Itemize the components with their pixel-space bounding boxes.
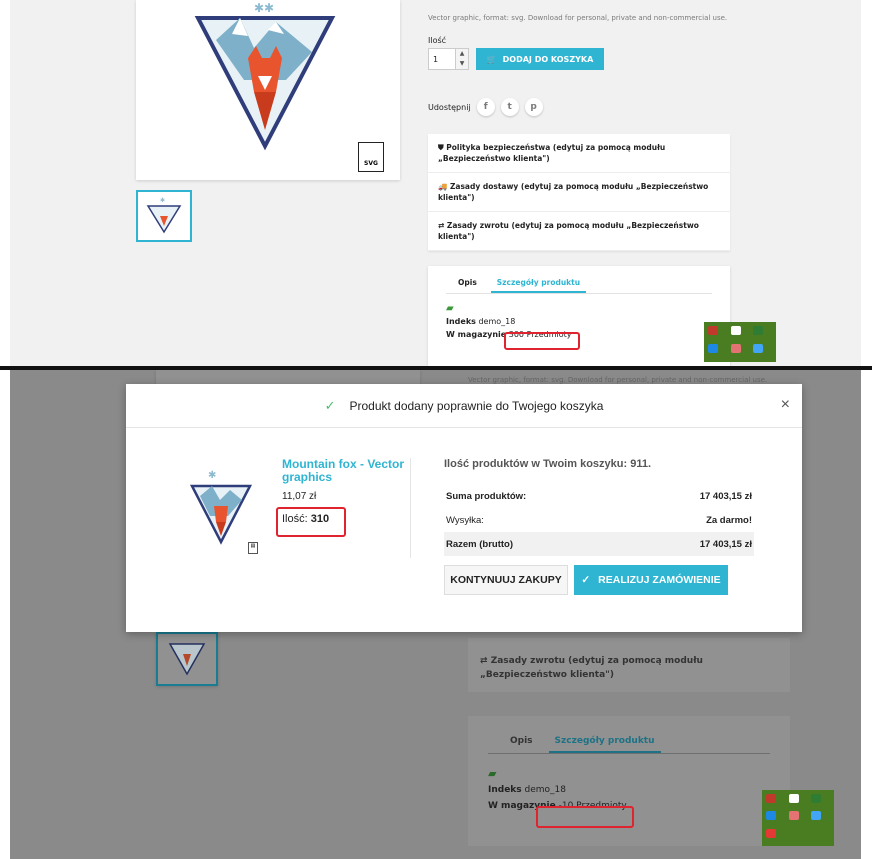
- modal-divider: [410, 458, 411, 558]
- background-thumbnail: [156, 632, 218, 686]
- product-thumbnail[interactable]: ✱: [136, 190, 192, 242]
- background-return-text: Zasady zwrotu (edytuj za pomocą modułu „…: [480, 656, 703, 680]
- tab-product-details-dimmed[interactable]: Szczegóły produktu: [548, 736, 661, 753]
- stock-label: W magazynie: [446, 330, 507, 339]
- quantity-stepper[interactable]: ▲ ▼: [455, 48, 469, 70]
- svg-file-icon: ▤: [248, 542, 258, 554]
- modal-product-price: 11,07 zł: [282, 491, 317, 502]
- modal-title: Produkt dodany poprawnie do Twojego kosz…: [349, 398, 604, 413]
- share-section: Udostępnij f t p: [428, 98, 543, 116]
- security-policy-text: Polityka bezpieczeństwa (edytuj za pomoc…: [438, 143, 666, 163]
- return-policy-text: Zasady zwrotu (edytuj za pomocą modułu „…: [438, 221, 699, 241]
- cart-count: Ilość produktów w Twoim koszyku: 911.: [444, 458, 652, 470]
- reference-label: Indeks: [488, 785, 522, 795]
- stock-highlight: [504, 332, 580, 350]
- shipping-value: Za darmo!: [706, 514, 752, 526]
- svg-text:✱✱: ✱✱: [254, 1, 274, 15]
- product-description: Vector graphic, format: svg. Download fo…: [428, 14, 728, 22]
- product-page-before: ✱✱ SVG ✱ Vector graphic, format: svg. Do…: [10, 0, 861, 366]
- delivery-policy-text: Zasady dostawy (edytuj za pomocą modułu …: [438, 182, 709, 202]
- cart-confirmation-modal: ✓ Produkt dodany poprawnie do Twojego ko…: [126, 384, 802, 632]
- screenshot-canvas: ✱✱ SVG ✱ Vector graphic, format: svg. Do…: [0, 0, 872, 859]
- checkout-button[interactable]: ✓ REALIZUJ ZAMÓWIENIE: [574, 565, 728, 595]
- background-return-policy: ⇄ Zasady zwrotu (edytuj za pomocą modułu…: [468, 638, 790, 692]
- checkout-label: REALIZUJ ZAMÓWIENIE: [598, 574, 721, 586]
- chevron-down-icon[interactable]: ▼: [460, 60, 465, 67]
- shield-icon: ⛊: [438, 143, 447, 152]
- background-description: Vector graphic, format: svg. Download fo…: [468, 376, 768, 384]
- pinterest-icon[interactable]: p: [524, 98, 543, 116]
- twitter-icon[interactable]: t: [500, 98, 519, 116]
- fox-thumb-icon: ✱: [146, 197, 182, 234]
- checkmark-icon: ✓: [324, 397, 336, 413]
- fox-thumb-icon-dimmed: [168, 643, 206, 676]
- modal-header: ✓ Produkt dodany poprawnie do Twojego ko…: [126, 384, 802, 428]
- svg-text:✱: ✱: [208, 470, 216, 481]
- modal-product-name[interactable]: Mountain fox - Vector graphics: [282, 458, 412, 484]
- tab-description-dimmed[interactable]: Opis: [504, 736, 539, 753]
- product-image[interactable]: ✱✱ SVG: [136, 0, 400, 180]
- modal-product-image: ✱ ▤: [180, 460, 262, 558]
- svg-badge-label: SVG: [364, 160, 378, 167]
- tab-description[interactable]: Opis: [452, 278, 483, 293]
- exchange-icon: ⇄: [480, 656, 491, 666]
- quantity-highlight: [276, 507, 346, 537]
- reference-value: demo_18: [478, 317, 516, 326]
- brand-icon: ▰: [446, 303, 454, 314]
- negative-stock-highlight: [536, 806, 634, 828]
- total-label: Razem (brutto): [446, 538, 514, 550]
- checkmark-icon: ✓: [581, 574, 591, 586]
- security-policy-row: ⛊ Polityka bezpieczeństwa (edytuj za pom…: [428, 134, 730, 173]
- svg-text:✱: ✱: [160, 197, 165, 204]
- share-label: Udostępnij: [428, 102, 471, 112]
- system-tray: [762, 790, 834, 846]
- return-policy-row: ⇄ Zasady zwrotu (edytuj za pomocą modułu…: [428, 212, 730, 251]
- exchange-icon: ⇄: [438, 221, 447, 230]
- reassurance-block: ⛊ Polityka bezpieczeństwa (edytuj za pom…: [428, 134, 730, 251]
- subtotal-label: Suma produktów:: [446, 490, 527, 502]
- subtotal-value: 17 403,15 zł: [699, 490, 752, 502]
- quantity-label: Ilość: [428, 36, 447, 45]
- total-row: Razem (brutto) 17 403,15 zł: [444, 532, 754, 556]
- continue-shopping-button[interactable]: KONTYNUUJ ZAKUPY: [444, 565, 568, 595]
- background-image-card: [156, 370, 420, 384]
- subtotal-row: Suma produktów: 17 403,15 zł: [444, 484, 754, 508]
- close-icon[interactable]: ×: [781, 396, 790, 414]
- quantity-input[interactable]: 1: [428, 48, 458, 70]
- chevron-up-icon[interactable]: ▲: [460, 50, 465, 57]
- svg-file-icon: SVG: [358, 142, 384, 172]
- system-tray: [704, 322, 776, 362]
- total-value: 17 403,15 zł: [699, 538, 752, 550]
- shipping-label: Wysyłka:: [446, 514, 484, 526]
- cart-icon: 🛒: [486, 54, 497, 64]
- product-tabs: Opis Szczegóły produktu ▰ Indeks demo_18…: [428, 266, 730, 366]
- add-to-cart-button[interactable]: 🛒 DODAJ DO KOSZYKA: [476, 48, 604, 70]
- cart-summary: Ilość produktów w Twoim koszyku: 911. Su…: [444, 458, 754, 556]
- add-to-cart-label: DODAJ DO KOSZYKA: [502, 54, 594, 64]
- tab-product-details[interactable]: Szczegóły produktu: [490, 278, 587, 293]
- truck-icon: 🚚: [438, 182, 450, 191]
- shipping-row: Wysyłka: Za darmo!: [444, 508, 754, 532]
- reference-value: demo_18: [524, 785, 567, 795]
- delivery-policy-row: 🚚 Zasady dostawy (edytuj za pomocą moduł…: [428, 173, 730, 212]
- facebook-icon[interactable]: f: [476, 98, 495, 116]
- brand-icon: ▰: [488, 767, 497, 780]
- reference-label: Indeks: [446, 317, 476, 326]
